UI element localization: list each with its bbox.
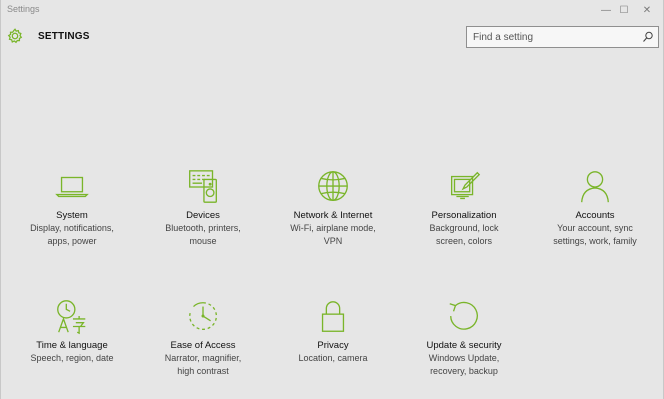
- tile-description: Your account, sync: [557, 223, 633, 233]
- tile-description: Background, lock: [429, 223, 499, 233]
- header: SETTINGS: [1, 24, 663, 52]
- gear-icon: [7, 28, 23, 44]
- tile-update-security[interactable]: Update & security Windows Update, recove…: [399, 298, 529, 377]
- tile-network-internet[interactable]: Network & Internet Wi-Fi, airplane mode,…: [268, 168, 398, 247]
- tile-devices[interactable]: Devices Bluetooth, printers, mouse: [138, 168, 268, 247]
- tile-label: Update & security: [426, 340, 502, 351]
- tile-system[interactable]: System Display, notifications, apps, pow…: [7, 168, 137, 247]
- tile-description: Windows Update,: [428, 353, 500, 363]
- tile-description: Wi-Fi, airplane mode,: [290, 223, 376, 233]
- tile-time-language[interactable]: Time & language Speech, region, date: [7, 298, 137, 365]
- tile-description: Speech, region, date: [30, 353, 114, 363]
- tile-ease-of-access[interactable]: Ease of Access Narrator, magnifier, high…: [138, 298, 268, 377]
- personalization-icon: [450, 171, 481, 200]
- tile-label: Ease of Access: [170, 340, 236, 351]
- tile-label: Privacy: [317, 340, 349, 351]
- tile-label: Personalization: [431, 210, 497, 221]
- devices-icon: [189, 170, 217, 203]
- tile-description: Location, camera: [298, 353, 368, 363]
- settings-window: Settings — ☐ ✕ SETTINGS System Display, …: [0, 0, 664, 399]
- tile-description: Bluetooth, printers,: [165, 223, 241, 233]
- tile-description: high contrast: [177, 365, 229, 376]
- page-title: SETTINGS: [38, 31, 90, 42]
- tile-label: Devices: [186, 210, 220, 221]
- window-title: Settings: [7, 4, 40, 14]
- tile-description: Display, notifications,: [30, 223, 114, 233]
- person-icon: [581, 171, 609, 203]
- tile-description: recovery, backup: [430, 365, 498, 376]
- tile-label: Time & language: [36, 340, 108, 351]
- tile-description: apps, power: [47, 235, 97, 246]
- globe-icon: [318, 171, 348, 201]
- tile-description: mouse: [189, 235, 217, 246]
- title-bar[interactable]: Settings — ☐ ✕: [1, 0, 663, 22]
- search-icon[interactable]: [642, 31, 654, 43]
- ease-of-access-icon: [189, 302, 218, 330]
- lock-icon: [321, 301, 345, 332]
- tile-label: Accounts: [575, 210, 615, 221]
- close-button[interactable]: ✕: [633, 0, 661, 20]
- tile-description: settings, work, family: [553, 235, 637, 246]
- search-input[interactable]: [466, 26, 659, 48]
- tile-personalization[interactable]: Personalization Background, lock screen,…: [399, 168, 529, 247]
- time-language-icon: [57, 300, 86, 335]
- tile-description: VPN: [323, 235, 343, 246]
- laptop-icon: [55, 176, 89, 198]
- tile-description: screen, colors: [435, 235, 493, 246]
- tile-label: Network & Internet: [293, 210, 373, 221]
- update-icon: [449, 301, 478, 330]
- tile-description: Narrator, magnifier,: [164, 353, 242, 363]
- tile-accounts[interactable]: Accounts Your account, sync settings, wo…: [530, 168, 660, 247]
- tile-label: System: [56, 210, 88, 221]
- tile-privacy[interactable]: Privacy Location, camera: [268, 298, 398, 365]
